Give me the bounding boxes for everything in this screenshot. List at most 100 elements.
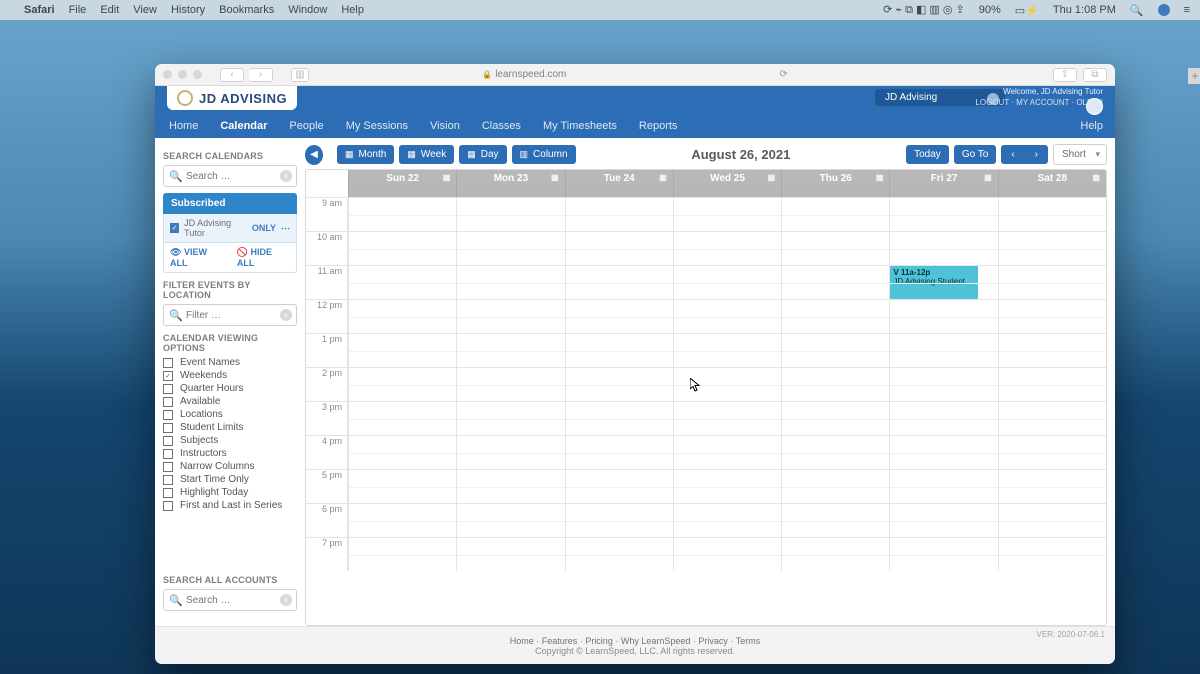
nav-vision[interactable]: Vision [428,114,462,138]
view-month-button[interactable]: ▦Month [337,145,394,164]
calendar-cell[interactable] [348,231,456,265]
calendar-cell[interactable] [781,401,889,435]
calendar-cell[interactable] [456,367,564,401]
menu-icon[interactable]: ≡ [1184,4,1190,16]
calendar-cell[interactable] [781,367,889,401]
nav-home[interactable]: Home [167,114,200,138]
footer-features[interactable]: Features [542,636,578,646]
mini-cal-icon[interactable]: ▦ [443,173,451,182]
calendar-cell[interactable] [889,299,997,333]
calendar-cell[interactable] [889,333,997,367]
calendar-cell[interactable] [456,537,564,571]
checkbox-icon[interactable] [163,462,173,472]
menubar-app[interactable]: Safari [24,4,55,16]
calendar-cell[interactable] [565,197,673,231]
subscribed-item[interactable]: ✓ JD Advising Tutor ONLY ⋯ [163,214,297,243]
view-option[interactable]: Available [163,396,297,407]
address-bar[interactable]: 🔒 learnspeed.com ⟳ [482,69,788,80]
day-header[interactable]: Mon 23▦ [456,170,564,187]
calendar-cell[interactable] [998,537,1106,571]
calendar-cell[interactable] [673,401,781,435]
calendar-cell[interactable] [565,401,673,435]
checkbox-icon[interactable] [163,436,173,446]
view-all-button[interactable]: 👁 VIEW ALL [170,247,225,268]
view-option[interactable]: Locations [163,409,297,420]
mini-cal-icon[interactable]: ▦ [768,173,776,182]
calendar-cell[interactable] [998,401,1106,435]
search-calendars-input[interactable] [163,165,297,187]
calendar-cell[interactable] [565,367,673,401]
tabs-icon[interactable]: ⧉ [1083,68,1107,82]
menu-edit[interactable]: Edit [100,4,119,16]
day-header[interactable]: Thu 26▦ [781,170,889,187]
calendar-cell[interactable] [348,503,456,537]
calendar-cell[interactable] [565,469,673,503]
calendar-cell[interactable] [998,435,1106,469]
collapse-sidebar-button[interactable]: ◀ [305,145,323,165]
calendar-cell[interactable] [889,469,997,503]
view-option[interactable]: Narrow Columns [163,461,297,472]
calendar-cell[interactable] [889,231,997,265]
checkbox-icon[interactable] [163,488,173,498]
calendar-cell[interactable] [673,367,781,401]
calendar-cell[interactable] [781,469,889,503]
calendar-event[interactable]: V 11a-12pJD Advising Student [890,266,978,299]
subscribed-header[interactable]: Subscribed [163,193,297,214]
view-option[interactable]: Student Limits [163,422,297,433]
calendar-cell[interactable] [781,197,889,231]
allday-cell[interactable] [565,187,673,197]
day-header[interactable]: Sun 22▦ [348,170,456,187]
calendar-cell[interactable] [673,469,781,503]
view-option[interactable]: Quarter Hours [163,383,297,394]
calendar-cell[interactable] [889,367,997,401]
calendar-cell[interactable] [565,503,673,537]
allday-cell[interactable] [781,187,889,197]
menu-view[interactable]: View [133,4,157,16]
calendar-cell[interactable] [456,197,564,231]
nav-back-button[interactable]: ‹ [220,68,244,82]
checkbox-icon[interactable] [163,384,173,394]
checkbox-icon[interactable] [163,501,173,511]
allday-cell[interactable] [889,187,997,197]
calendar-cell[interactable] [456,469,564,503]
only-button[interactable]: ONLY [252,223,276,233]
view-day-button[interactable]: ▦Day [459,145,506,164]
calendar-cell[interactable] [348,299,456,333]
calendar-cell[interactable] [565,537,673,571]
checkbox-icon[interactable]: ✓ [163,371,173,381]
spotlight-icon[interactable]: 🔍 [1130,4,1144,17]
clear-icon[interactable]: × [280,170,292,182]
nav-my-sessions[interactable]: My Sessions [344,114,410,138]
allday-cell[interactable] [998,187,1106,197]
user-icon[interactable] [1158,4,1170,16]
more-icon[interactable]: ⋯ [281,223,290,234]
next-button[interactable]: › [1025,145,1048,164]
density-selector[interactable]: Short [1053,144,1107,165]
calendar-cell[interactable] [348,469,456,503]
menu-bookmarks[interactable]: Bookmarks [219,4,274,16]
mini-cal-icon[interactable]: ▦ [984,173,992,182]
day-header[interactable]: Tue 24▦ [565,170,673,187]
calendar-cell[interactable] [998,197,1106,231]
calendar-cell[interactable] [348,401,456,435]
view-option[interactable]: First and Last in Series [163,500,297,511]
mini-cal-icon[interactable]: ▦ [1092,173,1100,182]
checkbox-checked-icon[interactable]: ✓ [170,223,179,233]
footer-pricing[interactable]: Pricing [585,636,613,646]
day-header[interactable]: Sat 28▦ [998,170,1106,187]
my-account-link[interactable]: MY ACCOUNT [1016,98,1069,107]
calendar-cell[interactable] [889,197,997,231]
view-option[interactable]: Instructors [163,448,297,459]
nav-reports[interactable]: Reports [637,114,680,138]
calendar-cell[interactable] [998,333,1106,367]
nav-people[interactable]: People [287,114,325,138]
clear-icon[interactable]: × [280,309,292,321]
calendar-cell[interactable]: V 11a-12pJD Advising Student [889,265,997,299]
traffic-close-icon[interactable] [163,70,172,79]
calendar-cell[interactable] [348,197,456,231]
view-option[interactable]: ✓Weekends [163,370,297,381]
search-all-input[interactable] [163,589,297,611]
checkbox-icon[interactable] [163,449,173,459]
calendar-cell[interactable] [673,299,781,333]
calendar-cell[interactable] [565,265,673,299]
